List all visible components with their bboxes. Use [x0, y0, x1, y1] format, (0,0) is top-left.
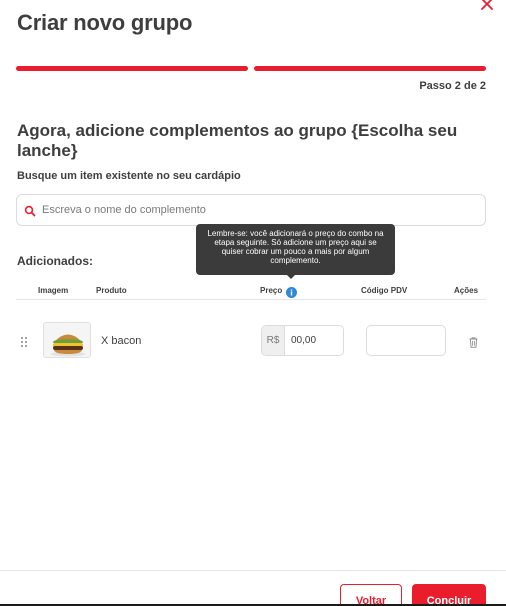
pdv-input[interactable] — [367, 326, 445, 355]
progress-step-1 — [16, 66, 248, 71]
added-label: Adicionados: — [17, 254, 94, 268]
column-header-pdv: Código PDV — [361, 286, 408, 295]
close-icon[interactable] — [480, 0, 494, 11]
price-field[interactable]: R$ — [261, 325, 344, 356]
back-button[interactable]: Voltar — [340, 584, 402, 606]
finish-button[interactable]: Concluir — [412, 584, 486, 606]
table-header-divider — [16, 299, 486, 300]
price-tooltip: Lembre-se: você adicionará o preço do co… — [196, 224, 395, 275]
column-header-image: Imagem — [38, 286, 69, 295]
search-icon — [24, 204, 36, 217]
price-input[interactable] — [285, 326, 343, 355]
footer-divider — [0, 570, 506, 571]
tooltip-arrow — [286, 274, 296, 279]
column-header-price: Preço — [260, 286, 283, 295]
modal-title: Criar novo grupo — [17, 10, 193, 35]
currency-prefix: R$ — [262, 326, 285, 355]
progress-step-2 — [254, 66, 486, 71]
product-image — [43, 322, 91, 358]
pdv-field[interactable] — [366, 325, 446, 356]
search-input[interactable] — [42, 204, 485, 216]
page-subtitle: Agora, adicione complementos ao grupo {E… — [17, 121, 458, 160]
info-icon[interactable] — [286, 285, 297, 298]
product-name: X bacon — [101, 335, 142, 347]
progress-bar — [16, 66, 486, 71]
column-header-product: Produto — [96, 286, 127, 295]
search-field[interactable] — [16, 194, 486, 226]
search-label: Busque um item existente no seu cardápio — [17, 170, 241, 182]
drag-handle-icon[interactable] — [20, 335, 28, 348]
step-indicator: Passo 2 de 2 — [419, 80, 486, 92]
column-header-actions: Ações — [454, 286, 479, 295]
trash-icon[interactable] — [469, 335, 478, 348]
